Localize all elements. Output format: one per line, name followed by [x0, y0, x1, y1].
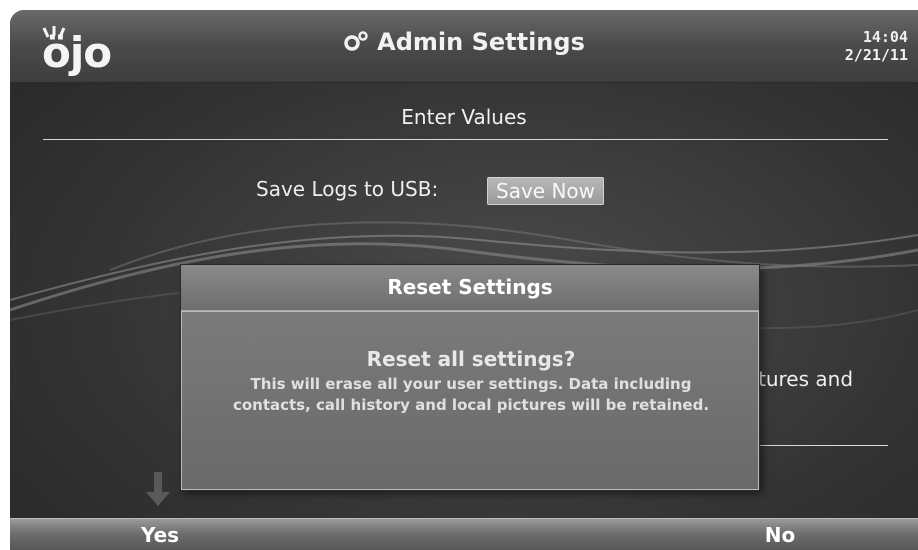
clock: 14:04 2/21/11 [845, 28, 908, 64]
obscured-text: tures and [758, 367, 854, 391]
arrow-down-icon [146, 472, 170, 506]
dialog-body: Reset all settings? This will erase all … [181, 311, 759, 490]
page-title-text: Admin Settings [377, 28, 585, 56]
no-button[interactable]: No [730, 521, 830, 549]
device-screen: öjo Admin Settings 14:04 2/21/11 Enter V… [10, 10, 918, 550]
dialog-message: This will erase all your user settings. … [232, 375, 710, 414]
yes-button[interactable]: Yes [110, 521, 210, 549]
section-subtitle: Enter Values [401, 105, 527, 129]
page-title: Admin Settings [10, 28, 918, 56]
top-bar: öjo Admin Settings 14:04 2/21/11 [10, 10, 918, 83]
divider [43, 139, 888, 140]
save-now-button[interactable]: Save Now [487, 177, 605, 205]
clock-time: 14:04 [862, 28, 908, 46]
clock-date: 2/21/11 [844, 46, 908, 64]
dialog-heading: Reset all settings? [366, 347, 576, 371]
gear-icon [344, 31, 368, 51]
reset-settings-dialog: Reset Settings Reset all settings? This … [181, 265, 759, 490]
divider [758, 445, 888, 446]
bottom-action-bar: Yes No [10, 518, 918, 550]
dialog-title: Reset Settings [181, 265, 759, 311]
usb-logs-label: Save Logs to USB: [256, 177, 439, 201]
